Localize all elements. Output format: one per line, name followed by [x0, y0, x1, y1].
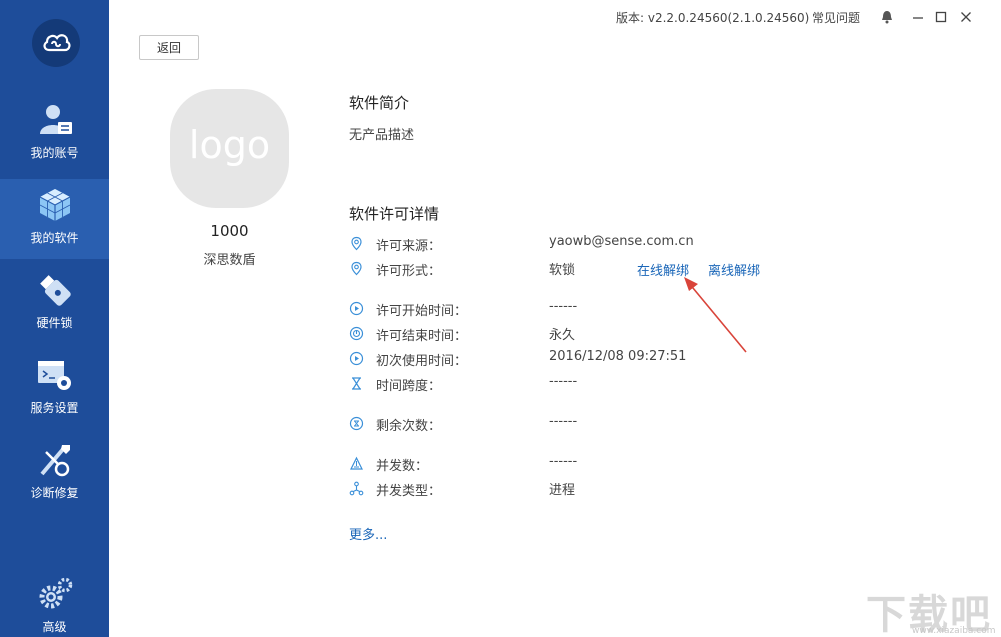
license-value: 进程 [549, 483, 576, 498]
annotation-arrow-icon [684, 277, 747, 353]
sidebar-item-label: 诊断修复 [30, 486, 79, 500]
play-circle-icon [349, 301, 364, 316]
license-label: 剩余次数： [376, 419, 442, 434]
maximize-icon[interactable] [933, 9, 949, 25]
minimize-icon[interactable] [910, 9, 926, 25]
location-pin-icon [351, 261, 362, 276]
faq-link[interactable]: 常见问题 [812, 9, 860, 26]
sidebar: 我的账号 我的软件 硬件锁 服务设置 诊断修复 高级 [0, 0, 109, 637]
sidebar-item-hardware-lock[interactable]: 硬件锁 [0, 264, 109, 344]
sidebar-item-software[interactable]: 我的软件 [0, 179, 109, 259]
sidebar-item-label: 服务设置 [30, 401, 79, 415]
software-id: 1000 [210, 222, 249, 240]
version-label: 版本: v2.2.0.24560(2.1.0.24560) [616, 11, 810, 25]
license-value: 软锁 [549, 263, 576, 278]
gears-icon [39, 577, 73, 609]
counter-circle-icon [349, 416, 364, 431]
license-value: ------ [549, 414, 578, 429]
hourglass-icon [352, 377, 361, 390]
nodes-icon [349, 481, 364, 496]
software-logo-placeholder: logo [170, 89, 289, 208]
bell-icon[interactable] [879, 9, 895, 25]
watermark-url: www.xiazaiba.com [912, 626, 996, 636]
license-row-time-span: 时间跨度： ------ [349, 374, 789, 394]
service-settings-icon [38, 361, 71, 390]
more-link[interactable]: 更多... [349, 524, 387, 543]
sidebar-item-service-settings[interactable]: 服务设置 [0, 349, 109, 429]
sidebar-item-label: 我的软件 [30, 231, 79, 245]
license-label: 许可结束时间： [376, 329, 468, 344]
intro-text: 无产品描述 [349, 128, 415, 143]
close-icon[interactable] [958, 9, 974, 25]
sidebar-item-label: 高级 [42, 620, 67, 634]
repair-tools-icon [40, 445, 70, 477]
license-value: 2016/12/08 09:27:51 [549, 349, 687, 364]
license-label: 许可形式： [376, 264, 442, 279]
license-label: 并发类型： [376, 484, 442, 499]
sidebar-item-account[interactable]: 我的账号 [0, 94, 109, 174]
intro-title: 软件简介 [349, 94, 410, 112]
license-row-source: 许可来源： yaowb@sense.com.cn [349, 234, 789, 254]
license-value: 永久 [549, 328, 576, 343]
license-label: 许可来源： [376, 239, 442, 254]
software-name: 深思数盾 [203, 253, 256, 268]
license-value: yaowb@sense.com.cn [549, 234, 694, 249]
app-logo [32, 19, 80, 67]
sidebar-item-label: 我的账号 [30, 146, 79, 160]
license-label: 并发数： [376, 459, 429, 474]
license-title: 软件许可详情 [349, 205, 440, 223]
license-row-concurrency-type: 并发类型： 进程 [349, 479, 789, 499]
license-value: ------ [549, 454, 578, 469]
license-value: ------ [549, 374, 578, 389]
sidebar-item-advanced[interactable]: 高级 [0, 568, 109, 637]
usb-dongle-icon [40, 275, 71, 306]
sidebar-item-diagnose-repair[interactable]: 诊断修复 [0, 434, 109, 514]
license-row-remaining-count: 剩余次数： ------ [349, 414, 789, 434]
license-value: ------ [549, 299, 578, 314]
location-pin-icon [351, 236, 362, 251]
logo-text: logo [188, 123, 271, 167]
back-button[interactable]: 返回 [139, 35, 199, 60]
license-label: 时间跨度： [376, 379, 442, 394]
software-cube-icon [39, 189, 71, 221]
play-circle-icon [349, 351, 364, 366]
account-icon [40, 105, 72, 134]
license-label: 许可开始时间： [376, 304, 468, 319]
network-triangle-icon [350, 456, 363, 470]
sidebar-item-label: 硬件锁 [36, 316, 73, 330]
license-row-concurrency: 并发数： ------ [349, 454, 789, 474]
stop-circle-icon [349, 326, 364, 341]
cloud-logo-icon [43, 34, 71, 52]
license-label: 初次使用时间： [376, 354, 468, 369]
